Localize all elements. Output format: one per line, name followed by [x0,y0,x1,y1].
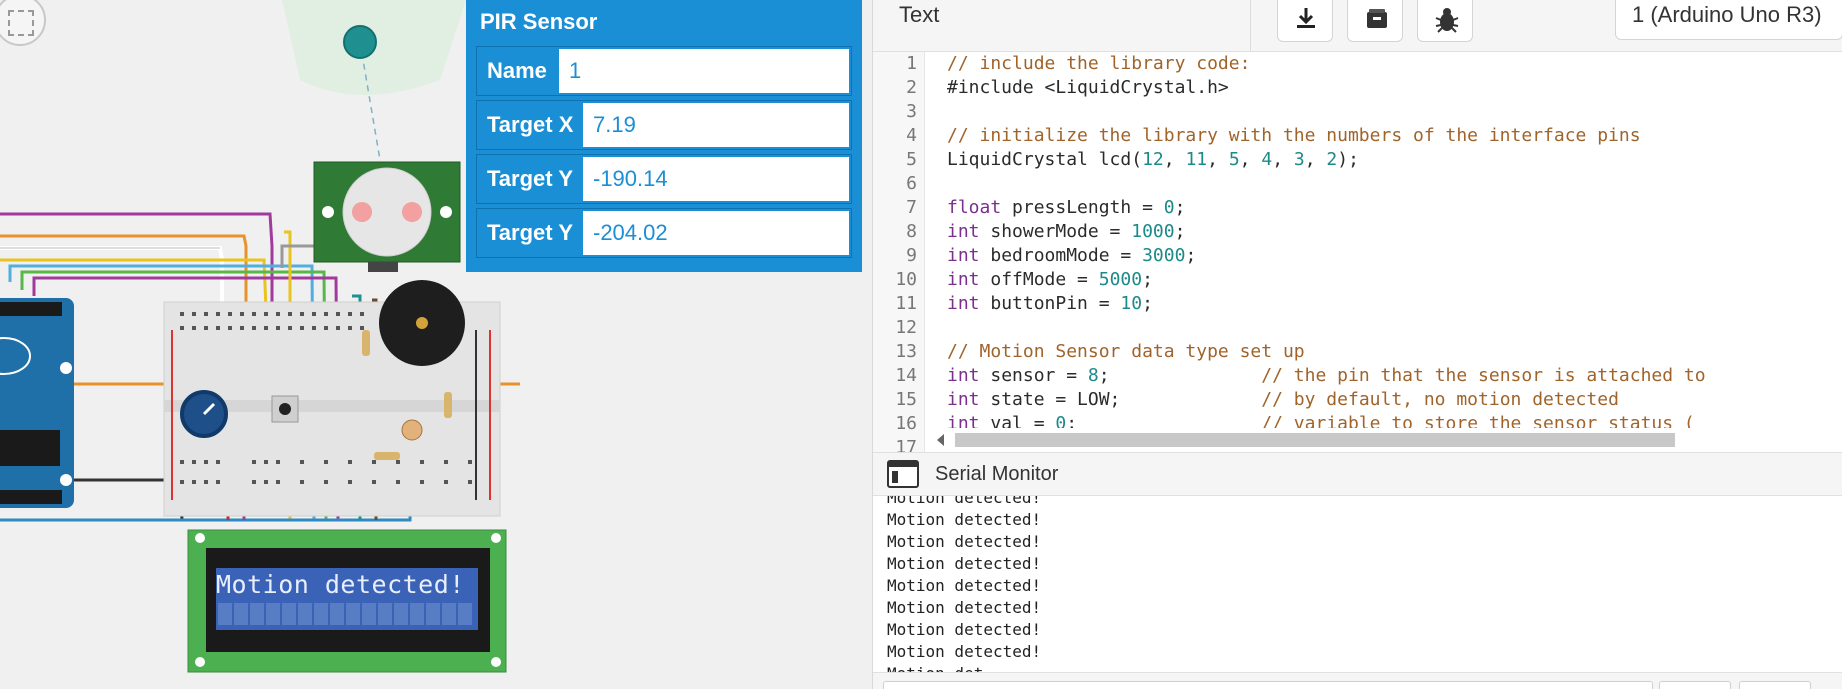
line-number: 5 [906,149,917,170]
horizontal-scrollbar[interactable] [937,428,1842,452]
code-text: int buttonPin = 10; [947,293,1153,314]
serial-line: Motion detected! [887,554,1042,573]
line-number: 11 [895,293,917,314]
line-number: 8 [906,221,917,242]
serial-line: Motion detected! [887,576,1042,595]
line-number: 12 [895,317,917,338]
property-label: Name [487,58,547,83]
library-icon [1367,9,1387,28]
line-number: 7 [906,197,917,218]
serial-line: Motion detected! [887,642,1042,661]
library-button[interactable] [1347,0,1403,42]
name-input[interactable]: 1 [559,49,849,93]
inspector-title: PIR Sensor [480,9,598,34]
resistor-3 [374,452,400,460]
code-mode-select[interactable]: Text [873,0,1251,52]
pir-sensor-inspector: PIR Sensor Name 1 Target X 7.19 Target Y… [466,0,862,272]
code-text: int state = LOW; // by default, no motio… [947,389,1619,410]
property-target-y: Target Y -190.14 [476,154,852,204]
line-number: 14 [895,365,917,386]
code-text: float pressLength = 0; [947,197,1186,218]
tinkercad-workspace: Motion detected! PIR Sensor Name 1 Targe… [0,0,1842,689]
code-text: // initialize the library with the numbe… [947,125,1641,146]
line-number: 2 [906,77,917,98]
debugger-button[interactable] [1417,0,1473,42]
serial-line: Motion detected! [887,532,1042,551]
line-number: 17 [895,437,917,452]
serial-monitor-header[interactable]: Serial Monitor [873,452,1842,496]
line-number: 13 [895,341,917,362]
board-select[interactable]: 1 (Arduino Uno R3) [1615,0,1842,40]
line-number: 16 [895,413,917,434]
line-number: 6 [906,173,917,194]
serial-output: Motion detected! Motion detected! Motion d… [873,496,1842,672]
serial-input[interactable] [883,681,1653,689]
pir-target-handle[interactable] [343,25,377,59]
code-panel: Text 1 (Arduino Uno R3) 1 // include the… [872,0,1842,689]
serial-line: Motion detected! [887,510,1042,529]
serial-line: Motion detected! [887,598,1042,617]
target-y-2-input[interactable]: -204.02 [583,211,849,255]
clear-button[interactable] [1739,681,1811,689]
property-name: Name 1 [476,46,852,96]
code-text: int bedroomMode = 3000; [947,245,1197,266]
code-text: int showerMode = 1000; [947,221,1186,242]
download-icon [1297,8,1315,28]
resistor-2 [444,392,452,418]
bug-icon [1435,8,1459,33]
code-text: // Motion Sensor data type set up [947,341,1305,362]
line-number: 3 [906,101,917,122]
code-text: int sensor = 8; // the pin that the sens… [947,365,1706,386]
download-button[interactable] [1277,0,1333,42]
lcd-display-text: Motion detected! [216,570,465,599]
photoresistor [401,419,423,441]
line-number: 4 [906,125,917,146]
target-y-input[interactable]: -190.14 [583,157,849,201]
property-label: Target X [487,112,574,137]
serial-line: Motion detected! [887,496,1042,507]
code-toolbar: Text 1 (Arduino Uno R3) [873,0,1842,52]
property-label: Target Y [487,166,573,191]
serial-line: Motion detected! [887,620,1042,639]
code-editor[interactable]: 1 // include the library code: 2 #include <… [873,52,1842,452]
serial-input-row [873,672,1842,689]
property-target-x: Target X 7.19 [476,100,852,150]
line-number: 10 [895,269,917,290]
line-number: 9 [906,245,917,266]
target-x-input[interactable]: 7.19 [583,103,849,147]
property-label: Target Y [487,220,573,245]
code-text: #include <LiquidCrystal.h> [947,77,1229,98]
serial-monitor-icon [887,460,919,488]
scrollbar-thumb[interactable] [955,433,1675,447]
code-text: LiquidCrystal lcd(12, 11, 5, 4, 3, 2); [947,149,1359,170]
property-target-y-2: Target Y -204.02 [476,208,852,258]
send-button[interactable] [1659,681,1731,689]
serial-monitor-title: Serial Monitor [935,463,1059,485]
circuit-canvas[interactable]: Motion detected! PIR Sensor Name 1 Targe… [0,0,872,689]
line-number: 15 [895,389,917,410]
scroll-left-icon[interactable] [937,434,944,446]
serial-line: Motion det [887,664,983,672]
resistor-1 [362,330,370,356]
line-number: 1 [906,53,917,74]
code-text: int offMode = 5000; [947,269,1153,290]
code-text: // include the library code: [947,53,1251,74]
